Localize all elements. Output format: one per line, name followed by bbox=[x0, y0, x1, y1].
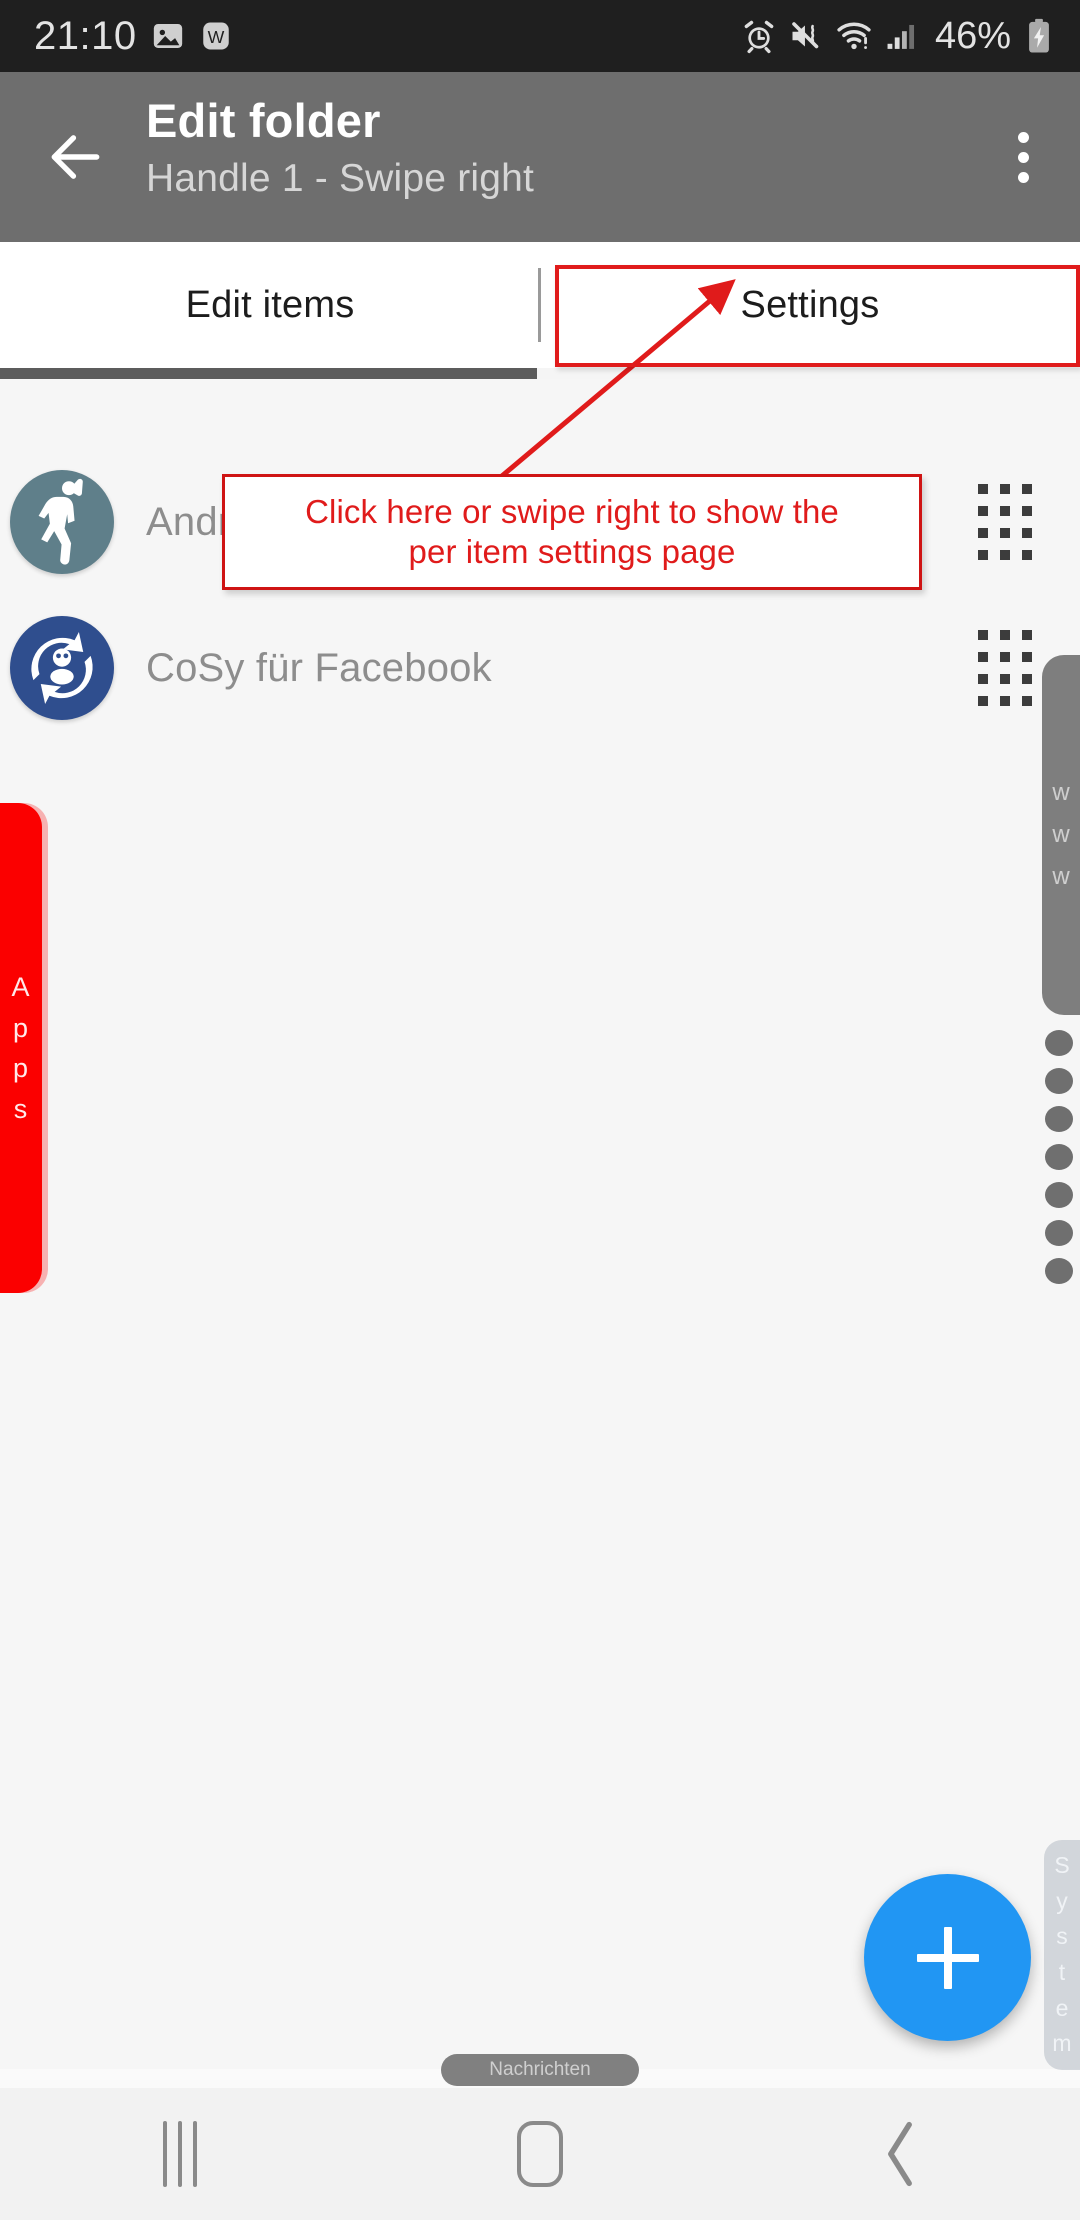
status-clock: 21:10 bbox=[34, 13, 137, 58]
image-icon bbox=[153, 23, 182, 49]
tab-content-edit-items: AndroFit CoSy für Facebook bbox=[0, 379, 1080, 2069]
annotation-highlight-settings-tab bbox=[555, 265, 1080, 367]
edge-handle-apps[interactable]: Apps bbox=[0, 803, 42, 1293]
back-arrow-icon bbox=[51, 135, 100, 179]
nav-home-button[interactable] bbox=[360, 2088, 720, 2220]
overflow-menu-icon-dot bbox=[1017, 171, 1029, 183]
list-item-label: CoSy für Facebook bbox=[146, 645, 492, 690]
drag-handle-icon[interactable] bbox=[978, 630, 1032, 706]
nav-back-icon bbox=[888, 2121, 912, 2187]
overflow-menu-icon bbox=[1017, 131, 1029, 143]
wordpress-w-icon: W bbox=[202, 22, 229, 50]
status-bar-right: 46% bbox=[741, 15, 1054, 58]
page-subtitle: Handle 1 - Swipe right bbox=[146, 157, 535, 201]
overflow-menu-button[interactable] bbox=[980, 72, 1080, 242]
app-bar-titles: Edit folder Handle 1 - Swipe right bbox=[146, 72, 534, 201]
androfit-app-icon bbox=[10, 470, 114, 574]
nav-back-button[interactable] bbox=[720, 2088, 1080, 2220]
battery-percent: 46% bbox=[934, 14, 1011, 57]
edge-handle-system[interactable]: System bbox=[1044, 1840, 1080, 2070]
handle-dot bbox=[1045, 1220, 1073, 1246]
nav-recents-button[interactable] bbox=[0, 2088, 360, 2220]
handle-dot bbox=[1045, 1030, 1073, 1056]
app-bar: Edit folder Handle 1 - Swipe right bbox=[0, 72, 1080, 242]
edge-handle-www-label: www bbox=[1052, 779, 1070, 890]
wifi-warning-icon bbox=[837, 22, 871, 50]
annotation-callout: Click here or swipe right to show the pe… bbox=[222, 474, 922, 590]
handle-dot bbox=[1045, 1106, 1073, 1132]
phone-screen: 21:10 W 46% Edit folder Handle 1 - Swipe… bbox=[0, 0, 1080, 2220]
svg-text:W: W bbox=[207, 27, 224, 47]
drag-handle-icon[interactable] bbox=[978, 484, 1032, 560]
annotation-callout-line-2: per item settings page bbox=[408, 533, 736, 570]
list-item[interactable]: CoSy für Facebook bbox=[0, 593, 1080, 743]
recents-icon bbox=[163, 2121, 197, 2187]
navigation-bar bbox=[0, 2088, 1080, 2220]
annotation-callout-line-1: Click here or swipe right to show the bbox=[305, 492, 839, 530]
toast-label: Nachrichten bbox=[489, 2059, 591, 2080]
tab-edit-items-label: Edit items bbox=[185, 283, 355, 326]
alarm-icon bbox=[744, 20, 774, 54]
edge-handle-apps-label: Apps bbox=[11, 972, 31, 1124]
toast-notification: Nachrichten bbox=[441, 2054, 639, 2086]
status-bar: 21:10 W 46% bbox=[0, 0, 1080, 72]
page-title: Edit folder bbox=[146, 94, 381, 147]
handle-dot bbox=[1045, 1182, 1073, 1208]
add-item-fab[interactable] bbox=[864, 1874, 1031, 2041]
back-button[interactable] bbox=[28, 72, 124, 242]
mute-vibrate-icon bbox=[792, 22, 819, 49]
edge-handle-www[interactable]: www bbox=[1042, 655, 1080, 1015]
home-icon bbox=[517, 2121, 563, 2187]
status-bar-left: 21:10 W bbox=[34, 14, 233, 59]
handle-dot bbox=[1045, 1144, 1073, 1170]
cell-signal-icon bbox=[887, 24, 914, 49]
plus-icon-vertical bbox=[943, 1926, 952, 1989]
edge-handle-dots[interactable] bbox=[1043, 1030, 1075, 1284]
cosy-facebook-app-icon bbox=[10, 616, 114, 720]
battery-charging-icon bbox=[1029, 18, 1049, 53]
handle-dot bbox=[1045, 1068, 1073, 1094]
edge-handle-system-label: System bbox=[1052, 1852, 1072, 2057]
handle-dot bbox=[1045, 1258, 1073, 1284]
overflow-menu-icon-dot bbox=[1017, 151, 1029, 163]
